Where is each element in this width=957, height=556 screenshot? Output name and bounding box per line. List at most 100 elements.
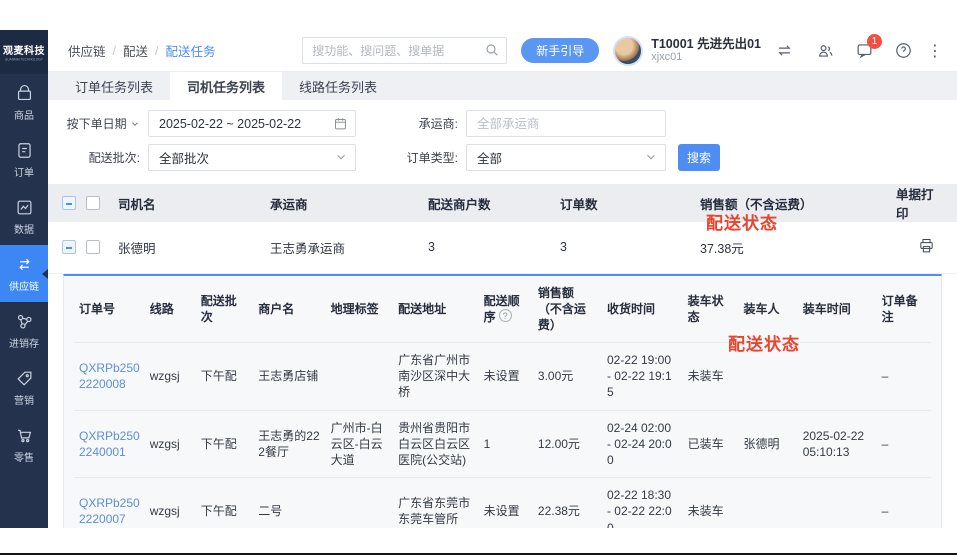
load-status-cell: 未装车	[683, 478, 739, 528]
sidebar-item-orders[interactable]: 订单	[0, 131, 48, 188]
date-range-input[interactable]	[159, 117, 327, 131]
merchant-count-cell: 3	[424, 222, 556, 273]
user-account: xjxc01	[651, 51, 761, 64]
load-time-cell: 2025-02-22 05:10:13	[798, 410, 877, 478]
carrier-filter[interactable]	[466, 110, 666, 137]
driver-table: 司机名 承运商 配送商户数 订单数 销售额（不含运费） 单据打印 张德明 王志	[48, 184, 957, 274]
order-row: QXRPb2502240001 wzgsj 下午配 王志勇的222餐厅 广州市-…	[74, 410, 931, 478]
share-nodes-icon	[15, 312, 34, 331]
screen: 观麦科技 GUANMAI TECHNOLOGY 商品 订单 数据 供应链	[0, 0, 957, 556]
sales-cell: 22.38元	[533, 478, 602, 528]
date-type-dropdown[interactable]: 按下单日期	[62, 115, 148, 132]
breadcrumb-delivery-task[interactable]: 配送任务	[166, 41, 216, 60]
load-time-cell	[798, 343, 877, 411]
merchant-cell: 王志勇的222餐厅	[253, 410, 325, 478]
order-type-select[interactable]: 全部	[466, 144, 666, 171]
sidebar-item-label: 商品	[14, 107, 34, 122]
screen-bottom-edge	[0, 553, 957, 555]
breadcrumb-separator: /	[155, 44, 158, 58]
avatar[interactable]	[613, 36, 643, 66]
batch-label: 配送批次:	[62, 149, 148, 166]
load-status-cell: 已装车	[683, 410, 739, 478]
sidebar-item-goods[interactable]: 商品	[0, 74, 48, 131]
document-icon	[15, 141, 34, 160]
breadcrumb-separator: /	[113, 44, 116, 58]
topbar: 供应链 / 配送 / 配送任务 新手引导 T10001 先进先出01	[48, 30, 957, 72]
user-box[interactable]: T10001 先进先出01 xjxc01	[613, 36, 761, 66]
messages-icon[interactable]: 1	[855, 41, 874, 60]
select-all-checkbox[interactable]	[86, 196, 100, 210]
batch-select[interactable]: 全部批次	[148, 144, 356, 171]
global-search	[302, 37, 507, 64]
col-loader: 装车人	[738, 276, 797, 343]
order-row: QXRPb2502220008 wzgsj 下午配 王志勇店铺 广东省广州市南沙…	[74, 343, 931, 411]
more-menu-icon[interactable]: ⋮	[927, 41, 943, 61]
loader-cell: 张德明	[738, 410, 797, 478]
col-carrier: 承运商	[266, 184, 424, 222]
order-detail-panel: 订单号 线路 配送批次 商户名 地理标签 配送地址 配送顺序? 销售额（不含运费…	[63, 274, 942, 529]
sidebar-item-retail[interactable]: 零售	[0, 416, 48, 473]
task-tabs: 订单任务列表 司机任务列表 线路任务列表	[48, 72, 957, 100]
search-icon[interactable]	[484, 42, 500, 63]
batch-cell: 下午配	[196, 478, 254, 528]
newbie-guide-button[interactable]: 新手引导	[521, 38, 599, 63]
chart-icon	[15, 198, 34, 217]
driver-name-cell: 张德明	[114, 222, 266, 273]
sales-cell: 12.00元	[533, 410, 602, 478]
chevron-down-icon	[644, 150, 658, 167]
tab-driver-task-list[interactable]: 司机任务列表	[170, 72, 282, 100]
driver-table-header-row: 司机名 承运商 配送商户数 订单数 销售额（不含运费） 单据打印	[48, 184, 957, 222]
col-load-status: 装车状态	[683, 276, 739, 343]
cart-icon	[15, 426, 34, 445]
sidebar-item-supply-chain[interactable]: 供应链	[0, 245, 48, 302]
line-cell: wzgsj	[145, 410, 196, 478]
merchant-cell: 二号	[253, 478, 325, 528]
row-checkbox[interactable]	[86, 240, 100, 254]
carrier-label: 承运商:	[394, 115, 466, 132]
global-search-input[interactable]	[302, 37, 507, 64]
filter-row-1: 按下单日期 承运商:	[62, 110, 943, 137]
sidebar-item-marketing[interactable]: 营销	[0, 359, 48, 416]
order-no-link[interactable]: QXRPb2502220007	[79, 496, 140, 526]
order-no-link[interactable]: QXRPb2502240001	[79, 429, 140, 459]
geo-tag-cell	[326, 478, 393, 528]
line-cell: wzgsj	[145, 478, 196, 528]
breadcrumb-supply-chain[interactable]: 供应链	[68, 41, 106, 60]
contacts-icon[interactable]	[816, 41, 835, 60]
order-table-header-row: 订单号 线路 配送批次 商户名 地理标签 配送地址 配送顺序? 销售额（不含运费…	[74, 276, 931, 343]
col-order-no: 订单号	[74, 276, 145, 343]
sidebar-item-label: 供应链	[9, 278, 39, 293]
geo-tag-cell: 广州市-白云区-白云大道	[326, 410, 393, 478]
breadcrumb-delivery[interactable]: 配送	[123, 41, 148, 60]
sequence-cell: 1	[479, 410, 533, 478]
printer-icon[interactable]	[918, 243, 935, 257]
user-name: T10001 先进先出01	[651, 37, 761, 51]
help-circle-icon[interactable]: ?	[499, 309, 512, 322]
col-address: 配送地址	[393, 276, 479, 343]
order-table: 订单号 线路 配送批次 商户名 地理标签 配送地址 配送顺序? 销售额（不含运费…	[74, 276, 931, 529]
switch-account-icon[interactable]	[775, 41, 794, 60]
tab-route-task-list[interactable]: 线路任务列表	[282, 72, 394, 100]
date-range-picker[interactable]	[148, 110, 356, 137]
sidebar-item-label: 订单	[14, 164, 34, 179]
row-collapse-toggle[interactable]	[62, 240, 76, 254]
sales-cell: 37.38元	[696, 222, 892, 273]
sequence-cell: 未设置	[479, 343, 533, 411]
col-line: 线路	[145, 276, 196, 343]
sidebar-item-inventory[interactable]: 进销存	[0, 302, 48, 359]
tab-order-task-list[interactable]: 订单任务列表	[58, 72, 170, 100]
remark-cell: –	[877, 478, 931, 528]
col-sequence: 配送顺序?	[479, 276, 533, 343]
receive-time-cell: 02-22 19:00 - 02-22 19:15	[602, 343, 683, 411]
carrier-input[interactable]	[477, 117, 637, 131]
order-no-link[interactable]: QXRPb2502220008	[79, 361, 140, 391]
batch-cell: 下午配	[196, 410, 254, 478]
search-button[interactable]: 搜索	[678, 144, 720, 171]
remark-cell: –	[877, 343, 931, 411]
swap-arrows-icon	[15, 255, 34, 274]
sidebar-item-data[interactable]: 数据	[0, 188, 48, 245]
collapse-all-toggle[interactable]	[62, 196, 76, 210]
brand-logo-subtext: GUANMAI TECHNOLOGY	[5, 58, 43, 62]
help-icon[interactable]	[894, 41, 913, 60]
sidebar: 观麦科技 GUANMAI TECHNOLOGY 商品 订单 数据 供应链	[0, 30, 48, 528]
